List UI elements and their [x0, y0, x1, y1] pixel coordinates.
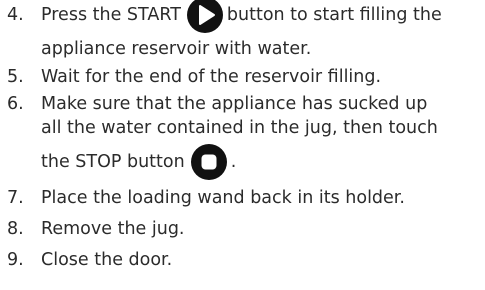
- instruction-page: { "steps": [ { "number": "4.", "line1_be…: [0, 0, 485, 290]
- step-text: appliance reservoir with water.: [41, 39, 312, 59]
- step-number: 5.: [7, 67, 24, 87]
- step-number: 7.: [7, 188, 24, 208]
- step-text: Wait for the end of the reservoir fillin…: [41, 67, 382, 87]
- step-number: 9.: [7, 250, 24, 270]
- step-number: 8.: [7, 219, 24, 239]
- step-text: Press the START: [41, 5, 181, 25]
- step-text: button to start filling the: [226, 5, 442, 25]
- step-text: the STOP button: [41, 152, 185, 172]
- step-number: 6.: [7, 94, 24, 114]
- play-icon: [186, 0, 223, 33]
- step-text: Place the loading wand back in its holde…: [41, 188, 405, 208]
- step-text: Remove the jug.: [41, 219, 185, 239]
- stop-icon: [190, 144, 227, 180]
- step-text: Close the door.: [41, 250, 173, 270]
- step-text: Make sure that the appliance has sucked …: [41, 94, 428, 114]
- step-number: 4.: [7, 5, 24, 25]
- step-text: all the water contained in the jug, then…: [41, 118, 438, 138]
- step-text: .: [230, 152, 237, 172]
